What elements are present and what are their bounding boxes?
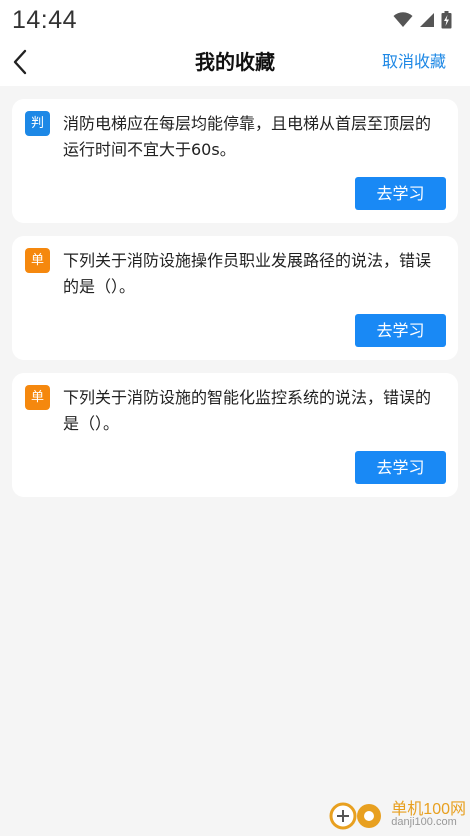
question-card: 单 下列关于消防设施的智能化监控系统的说法，错误的是（）。 去学习: [12, 373, 458, 497]
question-card: 判 消防电梯应在每层均能停靠，且电梯从首层至顶层的运行时间不宜大于60s。 去学…: [12, 99, 458, 223]
cellular-signal-icon: [420, 13, 434, 27]
go-study-button[interactable]: 去学习: [355, 451, 446, 484]
watermark-brand: 单机100网: [391, 801, 466, 818]
status-bar: 14:44: [0, 0, 470, 40]
battery-icon: [441, 11, 452, 29]
go-study-button[interactable]: 去学习: [355, 314, 446, 347]
watermark-logo-icon: [329, 802, 382, 830]
question-text[interactable]: 下列关于消防设施的智能化监控系统的说法，错误的是（）。: [63, 385, 446, 437]
question-card: 单 下列关于消防设施操作员职业发展路径的说法，错误的是（）。 去学习: [12, 236, 458, 360]
go-study-button[interactable]: 去学习: [355, 177, 446, 210]
nav-bar: 我的收藏 取消收藏: [0, 40, 470, 86]
status-icons: [393, 11, 452, 29]
question-text[interactable]: 消防电梯应在每层均能停靠，且电梯从首层至顶层的运行时间不宜大于60s。: [63, 111, 446, 163]
question-type-badge: 单: [25, 385, 50, 410]
question-text[interactable]: 下列关于消防设施操作员职业发展路径的说法，错误的是（）。: [63, 248, 446, 300]
watermark-domain: danji100.com: [391, 816, 457, 828]
question-type-badge: 判: [25, 111, 50, 136]
watermark-text: 单机100网 danji100.com: [391, 801, 466, 829]
question-type-badge: 单: [25, 248, 50, 273]
wifi-icon: [393, 12, 413, 27]
watermark: 单机100网 danji100.com: [327, 800, 466, 832]
favorites-list: 判 消防电梯应在每层均能停靠，且电梯从首层至顶层的运行时间不宜大于60s。 去学…: [12, 99, 458, 510]
status-time: 14:44: [12, 5, 78, 34]
cancel-favorite-button[interactable]: 取消收藏: [382, 48, 446, 72]
